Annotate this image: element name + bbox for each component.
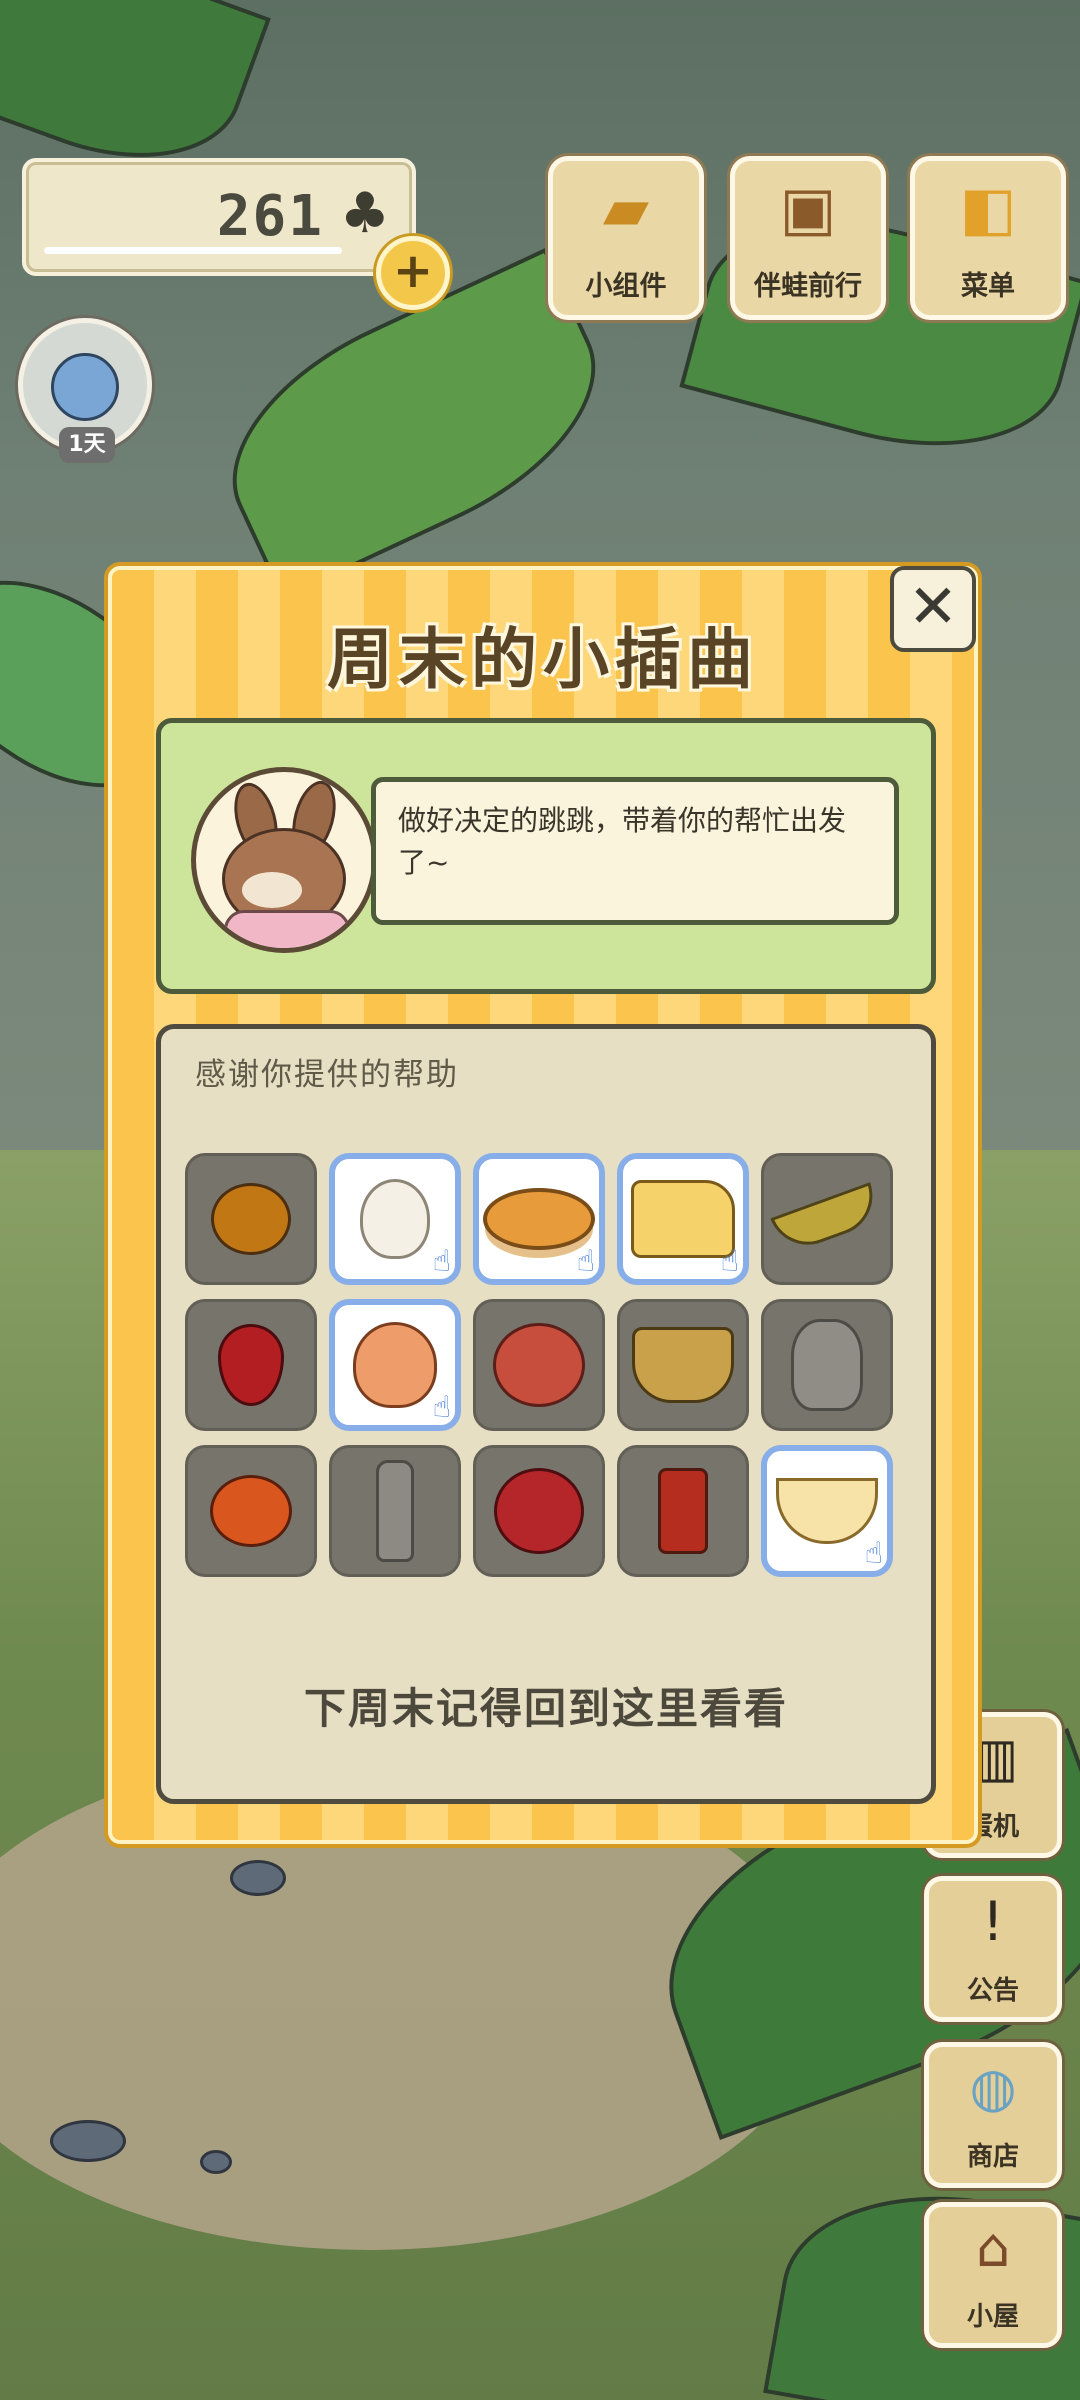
peach-icon <box>493 1323 585 1407</box>
day-counter: 1天 <box>59 427 115 463</box>
squirrel-portrait <box>191 767 377 953</box>
garlic-icon <box>360 1179 430 1259</box>
item-grid: ☝ ☝ ☝ ☝ ☝ <box>185 1153 905 1577</box>
notice-button[interactable]: ! 公告 <box>924 1876 1062 2022</box>
shop-button[interactable]: ◍ 商店 <box>924 2042 1062 2188</box>
item-jug[interactable] <box>761 1299 893 1431</box>
noodles-icon <box>632 1327 734 1403</box>
add-clover-button[interactable]: + <box>376 236 450 310</box>
notice-label: 公告 <box>966 1976 1019 2006</box>
item-garlic[interactable]: ☝ <box>329 1153 461 1285</box>
speech-bubble: 做好决定的跳跳，带着你的帮忙出发了~ <box>371 777 899 925</box>
menu-label: 菜单 <box>961 271 1015 302</box>
banana-icon <box>770 1182 884 1256</box>
item-strawberry[interactable] <box>185 1299 317 1431</box>
bottle-icon <box>376 1460 414 1562</box>
item-cake[interactable]: ☝ <box>473 1153 605 1285</box>
clover-icon: ♣ <box>339 181 390 246</box>
pointer-hand-icon: ☝ <box>576 1244 595 1279</box>
widgets-button[interactable]: ▰ 小组件 <box>548 156 704 320</box>
help-title: 感谢你提供的帮助 <box>195 1057 459 1093</box>
house-button[interactable]: ⌂ 小屋 <box>924 2202 1062 2348</box>
travel-button[interactable]: ▣ 伴蛙前行 <box>730 156 886 320</box>
rock-decoration <box>200 2150 232 2174</box>
weekend-event-modal: 周末的小插曲 做好决定的跳跳，带着你的帮忙出发了~ 感谢你提供的帮助 ☝ ☝ ☝… <box>108 566 978 1844</box>
item-noodles[interactable] <box>617 1299 749 1431</box>
menu-button[interactable]: ◧ 菜单 <box>910 156 1066 320</box>
counter-underline <box>44 247 342 254</box>
exclamation-icon: ! <box>982 1890 1004 1953</box>
pointer-hand-icon: ☝ <box>720 1244 739 1279</box>
clover-count: 261 <box>216 184 324 249</box>
jug-icon <box>791 1319 863 1411</box>
modal-title: 周末的小插曲 <box>327 621 759 698</box>
strawberry-icon <box>218 1324 284 1406</box>
tea-bowl-icon <box>776 1478 878 1544</box>
item-onion[interactable]: ☝ <box>329 1299 461 1431</box>
item-orange[interactable] <box>185 1153 317 1285</box>
travel-label: 伴蛙前行 <box>754 271 862 302</box>
house-label: 小屋 <box>966 2302 1019 2332</box>
item-banana[interactable] <box>761 1153 893 1285</box>
apple-icon <box>494 1468 584 1554</box>
shop-label: 商店 <box>966 2142 1019 2172</box>
cake-icon <box>483 1188 595 1250</box>
mango-icon <box>210 1475 292 1547</box>
widgets-label: 小组件 <box>585 271 667 302</box>
house-icon: ⌂ <box>975 2216 1011 2279</box>
pointer-hand-icon: ☝ <box>432 1244 451 1279</box>
shop-bag-icon: ◍ <box>969 2056 1017 2119</box>
pointer-hand-icon: ☝ <box>864 1536 883 1571</box>
item-cheese[interactable]: ☝ <box>617 1153 749 1285</box>
can-icon <box>658 1468 708 1554</box>
footer-note: 下周末记得回到这里看看 <box>303 1684 788 1733</box>
frog-portrait-icon <box>51 353 119 421</box>
item-mango[interactable] <box>185 1445 317 1577</box>
rock-decoration <box>230 1860 286 1896</box>
close-button[interactable]: ✕ <box>890 566 976 652</box>
cheese-icon <box>631 1180 735 1258</box>
visitor-avatar[interactable]: 1天 <box>18 318 152 463</box>
dialog-panel: 做好决定的跳跳，带着你的帮忙出发了~ <box>156 718 936 994</box>
onion-icon <box>353 1322 437 1408</box>
item-bottle[interactable] <box>329 1445 461 1577</box>
pointer-hand-icon: ☝ <box>432 1390 451 1425</box>
orange-icon <box>211 1183 291 1255</box>
item-teabowl[interactable]: ☝ <box>761 1445 893 1577</box>
widget-icon: ▰ <box>602 174 650 244</box>
rock-decoration <box>50 2120 126 2162</box>
clover-counter: 261 ♣ <box>22 158 416 276</box>
item-apple[interactable] <box>473 1445 605 1577</box>
help-items-panel: 感谢你提供的帮助 ☝ ☝ ☝ ☝ ☝ 下周末记得回到这里看看 <box>156 1024 936 1804</box>
book-icon: ▣ <box>779 174 837 244</box>
cards-icon: ◧ <box>959 174 1017 244</box>
item-peach[interactable] <box>473 1299 605 1431</box>
item-can[interactable] <box>617 1445 749 1577</box>
